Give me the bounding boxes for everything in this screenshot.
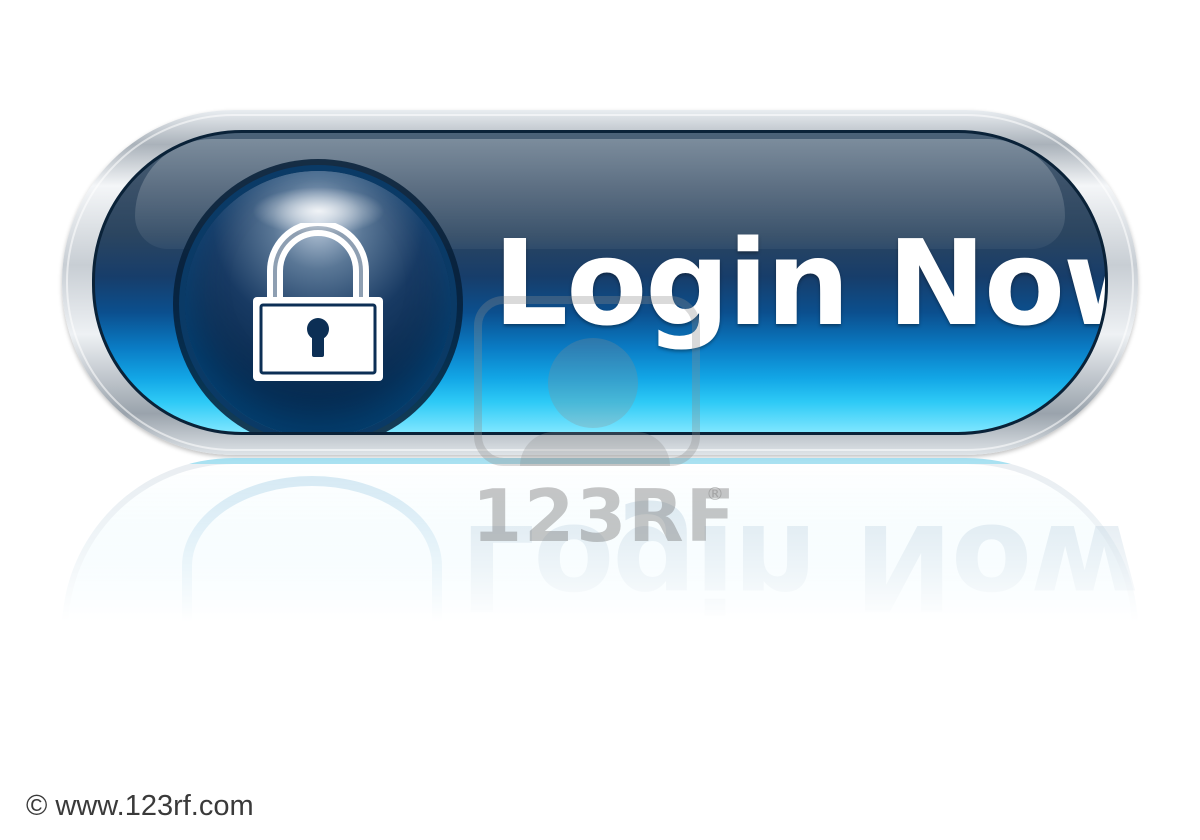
stock-image-canvas: Login Now Login Now 123RF ® © www.123rf.…	[0, 0, 1200, 840]
lock-icon-disc	[185, 171, 451, 432]
copyright-credit: © www.123rf.com	[26, 790, 254, 822]
reflection-disc	[182, 476, 442, 656]
button-body: Login Now	[92, 130, 1108, 435]
reflection-shape	[62, 458, 1138, 658]
reflection-fade	[62, 458, 1138, 658]
watermark-text: 123RF	[472, 474, 737, 558]
button-reflection: Login Now	[62, 458, 1138, 658]
login-now-button[interactable]: Login Now	[62, 110, 1138, 455]
watermark-registered-mark: ®	[706, 484, 724, 505]
button-label: Login Now	[493, 214, 1108, 352]
reflection-label: Login Now	[460, 498, 1138, 636]
lock-icon	[253, 223, 383, 381]
